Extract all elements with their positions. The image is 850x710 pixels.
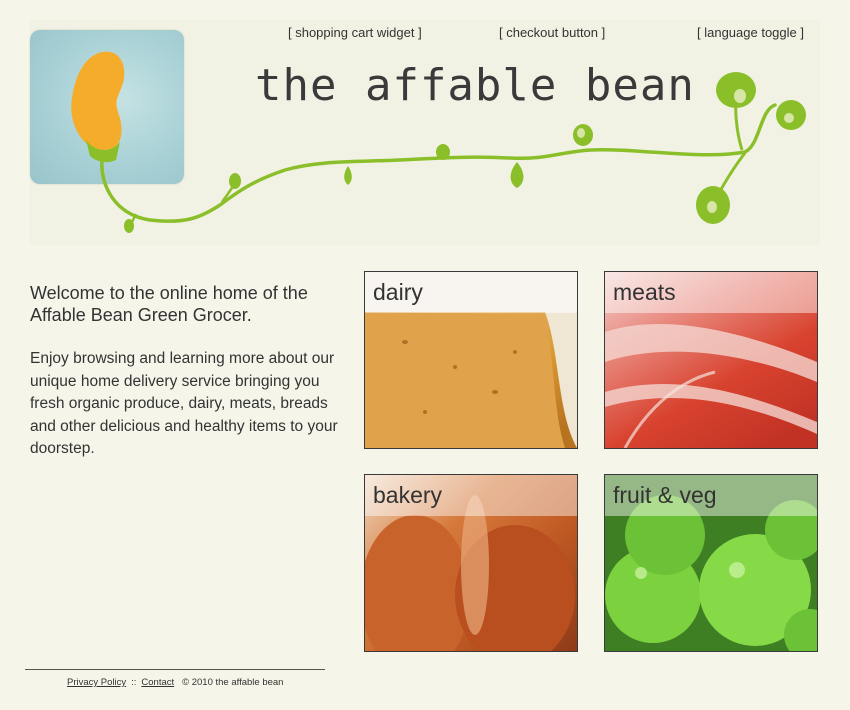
privacy-policy-link[interactable]: Privacy Policy	[67, 677, 126, 688]
checkout-button[interactable]: [ checkout button ]	[499, 25, 605, 40]
copyright-text: © 2010 the affable bean	[182, 677, 284, 688]
category-meats-label: meats	[605, 272, 817, 313]
category-dairy[interactable]: dairy	[364, 271, 578, 449]
category-fruit-veg-label: fruit & veg	[605, 475, 817, 516]
category-meats[interactable]: meats	[604, 271, 818, 449]
language-toggle[interactable]: [ language toggle ]	[697, 25, 804, 40]
logo-tile[interactable]	[30, 30, 184, 184]
contact-link[interactable]: Contact	[141, 677, 174, 688]
site-title[interactable]: the affable bean	[255, 60, 695, 111]
welcome-body: Enjoy browsing and learning more about o…	[30, 350, 338, 457]
footer-divider	[25, 669, 325, 670]
category-dairy-label: dairy	[365, 272, 577, 313]
footer-separator: ::	[131, 677, 137, 688]
welcome-intro: Welcome to the online home of the Affabl…	[30, 283, 308, 325]
footer: Privacy Policy:: Contact © 2010 the affab…	[67, 677, 283, 688]
shopping-cart-widget[interactable]: [ shopping cart widget ]	[288, 25, 422, 40]
category-bakery-label: bakery	[365, 475, 577, 516]
welcome-section: Welcome to the online home of the Affabl…	[30, 282, 350, 461]
category-bakery[interactable]: bakery	[364, 474, 578, 652]
category-fruit-veg[interactable]: fruit & veg	[604, 474, 818, 652]
